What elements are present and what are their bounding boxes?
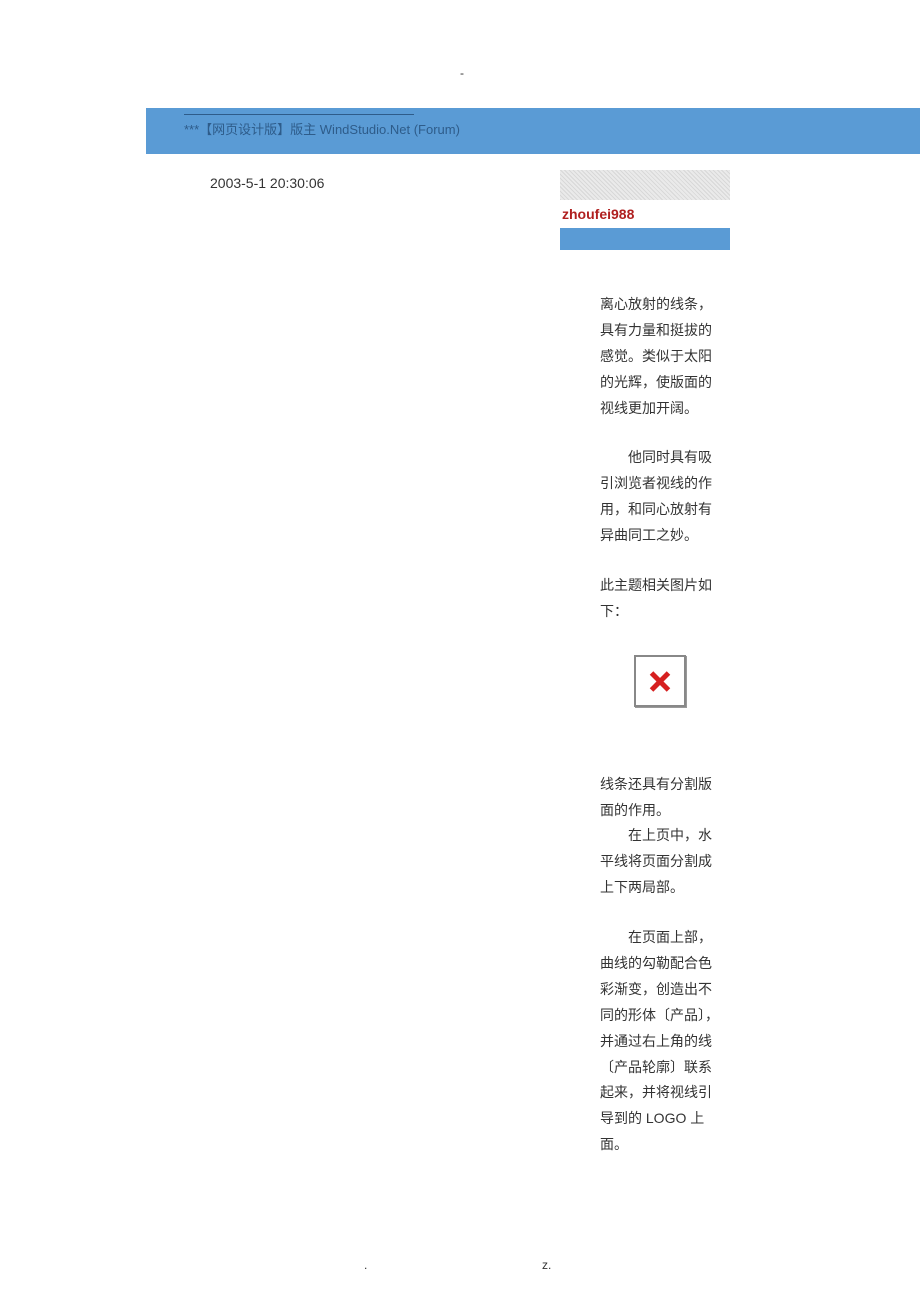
post-timestamp: 2003-5-1 20:30:06	[210, 175, 324, 191]
paragraph-2: 他同时具有吸引浏览者视线的作用，和同心放射有异曲同工之妙。	[600, 445, 720, 549]
avatar-placeholder	[560, 170, 730, 200]
paragraph-1: 离心放射的线条，具有力量和挺拔的感觉。类似于太阳的光辉，使版面的视线更加开阔。	[600, 292, 720, 421]
top-dash: -	[460, 66, 464, 80]
footer-dot: .	[364, 1258, 367, 1272]
header-bar-text: ***【网页设计版】版主 WindStudio.Net (Forum)	[184, 119, 920, 138]
x-icon	[650, 671, 670, 691]
post-content: 离心放射的线条，具有力量和挺拔的感觉。类似于太阳的光辉，使版面的视线更加开阔。 …	[600, 292, 720, 1182]
header-bar: ***【网页设计版】版主 WindStudio.Net (Forum)	[146, 108, 920, 154]
footer-z: z.	[542, 1258, 551, 1272]
header-underline	[184, 114, 414, 115]
paragraph-4b: 在上页中，水平线将页面分割成上下两局部。	[600, 827, 712, 895]
paragraph-3: 此主题相关图片如下：	[600, 573, 720, 625]
broken-image-icon	[634, 655, 686, 707]
username-link[interactable]: zhoufei988	[562, 206, 634, 222]
paragraph-4a: 线条还具有分割版面的作用。	[600, 776, 712, 818]
paragraph-5: 在页面上部，曲线的勾勒配合色彩渐变，创造出不同的形体〔产品〕，并通过右上角的线〔…	[600, 925, 720, 1158]
user-info-bar	[560, 228, 730, 250]
